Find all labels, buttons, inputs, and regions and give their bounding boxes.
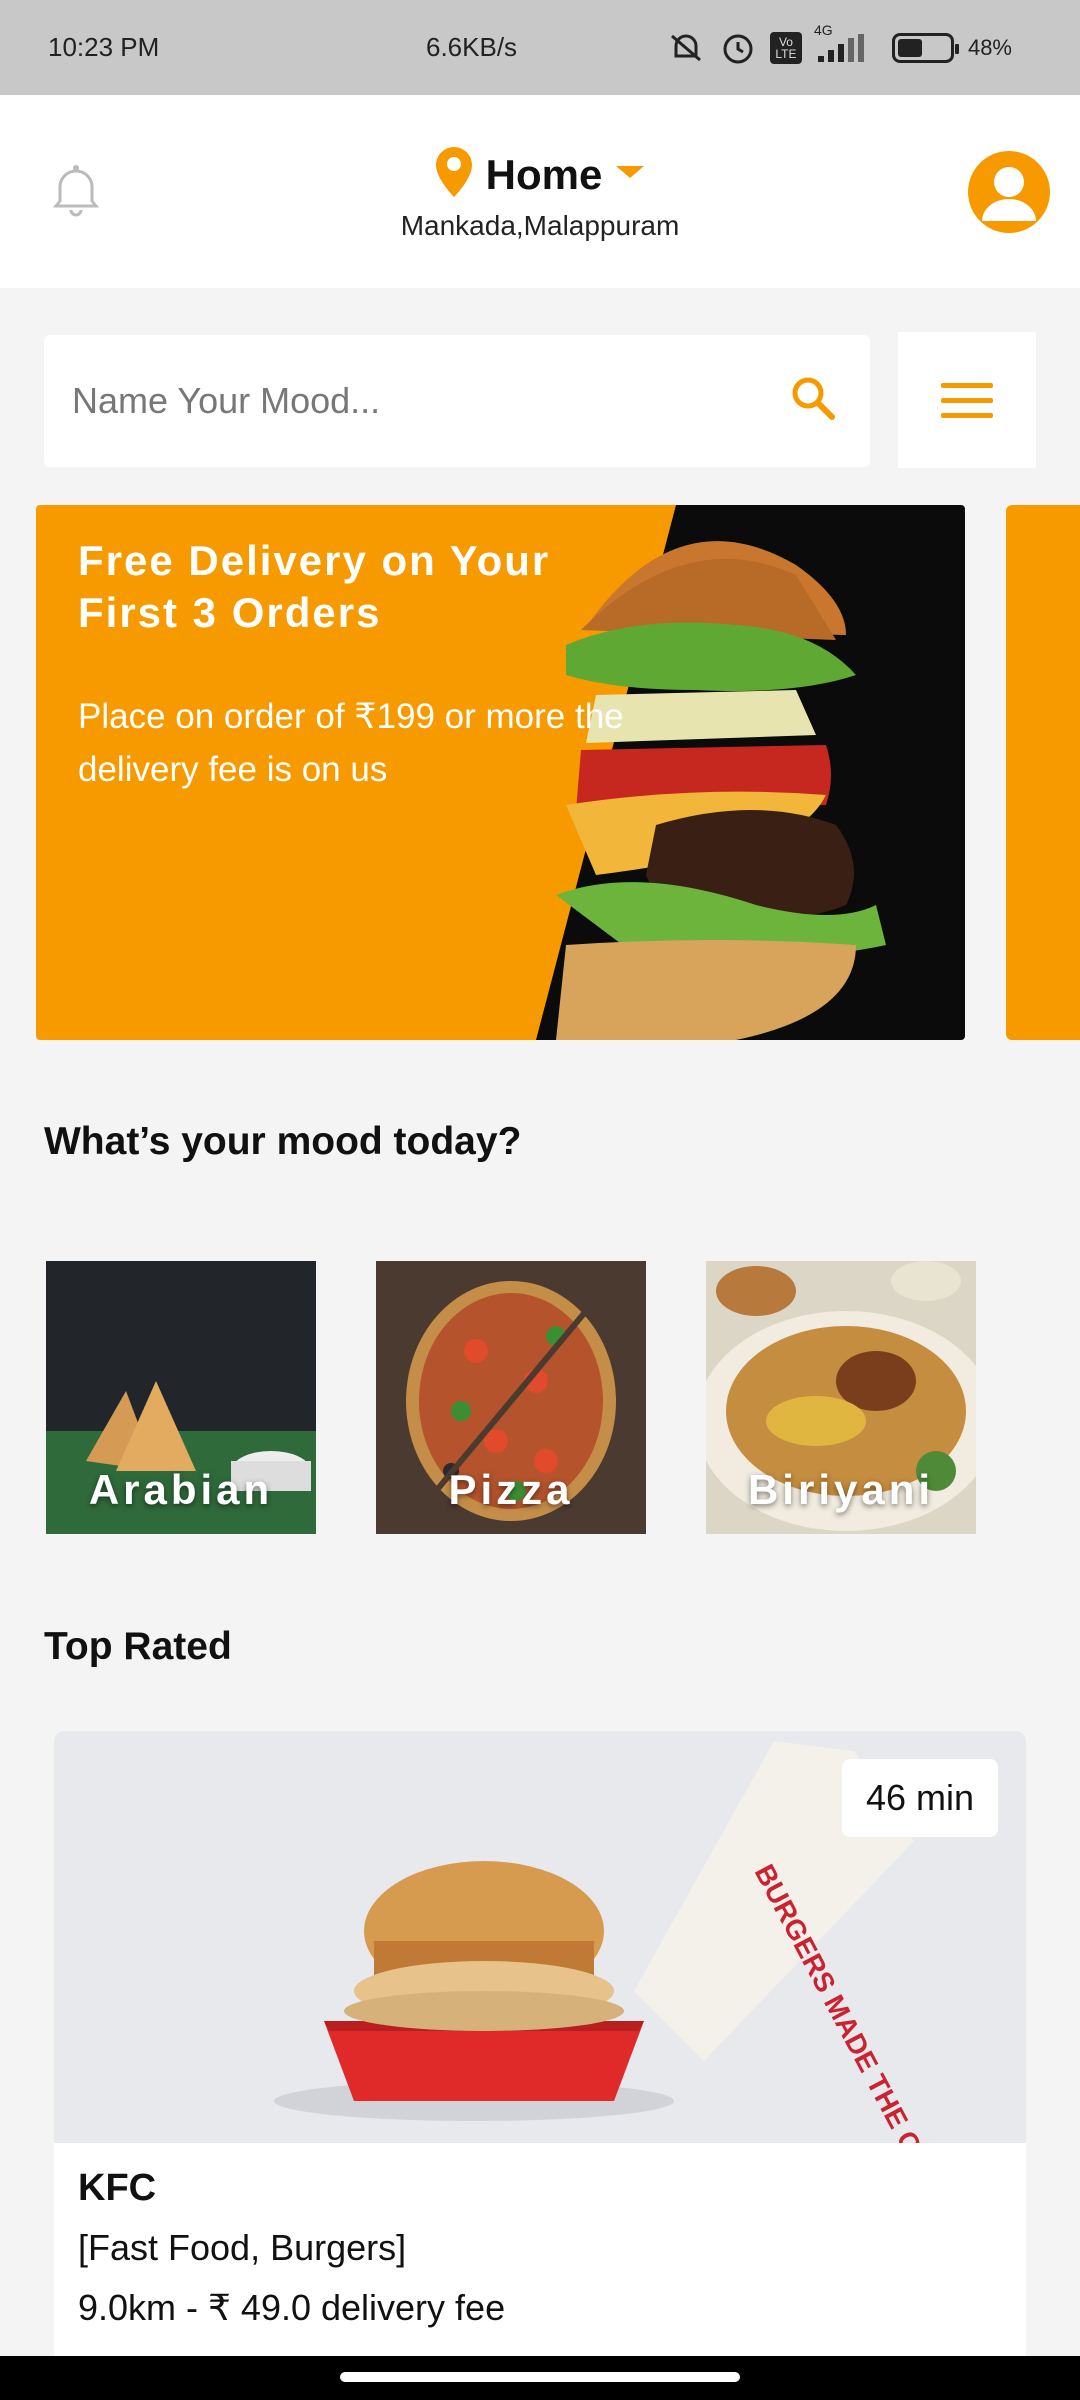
search-input[interactable] (72, 380, 786, 422)
location-title: Home (485, 150, 603, 198)
location-subtitle: Mankada,Malappuram (400, 210, 680, 241)
status-time: 10:23 PM (48, 32, 160, 62)
restaurant-card[interactable]: BURGERS MADE THE COLONEL'S WAY 46 min KF… (54, 1731, 1026, 2371)
profile-avatar-icon[interactable] (968, 151, 1050, 233)
mood-label: Biriyani (747, 1466, 935, 1513)
chevron-down-icon (614, 162, 646, 187)
banner-title: Free Delivery on Your First 3 Orders (78, 537, 551, 636)
mute-icon (666, 32, 706, 64)
mood-tile-biriyani[interactable]: Biriyani (706, 1261, 976, 1534)
battery-level: 48% (967, 34, 1012, 60)
restaurant-distance-fee: 9.0km - ₹ 49.0 delivery fee (78, 2287, 506, 2328)
location-selector[interactable]: Home Mankada,Malappuram (340, 145, 740, 242)
next-banner-peek[interactable] (1006, 505, 1080, 1040)
mood-tile-pizza[interactable]: Pizza (376, 1261, 646, 1534)
mood-tile-arabian[interactable]: Arabian (46, 1261, 316, 1534)
signal-icon: 4G (814, 22, 878, 64)
home-gesture-pill[interactable] (340, 2372, 740, 2382)
network-type: 4G (813, 21, 833, 38)
top-rated-title: Top Rated (44, 1625, 232, 1668)
battery-icon (891, 32, 959, 63)
filter-menu-button[interactable] (898, 332, 1036, 468)
alarm-icon (720, 30, 756, 66)
menu-icon (941, 382, 993, 388)
app-header: Home Mankada,Malappuram (0, 95, 1080, 288)
restaurant-name: KFC (78, 2167, 157, 2209)
restaurant-categories: [Fast Food, Burgers] (78, 2227, 407, 2268)
system-nav-bar (0, 2356, 1080, 2400)
location-pin-icon (434, 145, 474, 204)
volte-icon: Vo LTE (769, 31, 802, 64)
delivery-time-badge: 46 min (841, 1759, 998, 1837)
mood-section-title: What’s your mood today? (44, 1120, 522, 1163)
status-bar: 10:23 PM 6.6KB/s Vo LTE 4G 48% (0, 0, 1080, 95)
search-bar (44, 335, 870, 467)
banner-subtitle: Place on order of ₹199 or more the deliv… (78, 697, 624, 789)
network-speed: 6.6KB/s (426, 32, 518, 62)
promo-banner[interactable]: Free Delivery on Your First 3 Orders Pla… (36, 505, 965, 1040)
notification-bell-icon[interactable] (44, 157, 108, 221)
mood-label: Arabian (88, 1466, 274, 1513)
status-icons: Vo LTE 4G 48% (666, 22, 1032, 66)
search-icon[interactable] (786, 371, 842, 432)
mood-label: Pizza (448, 1466, 574, 1513)
